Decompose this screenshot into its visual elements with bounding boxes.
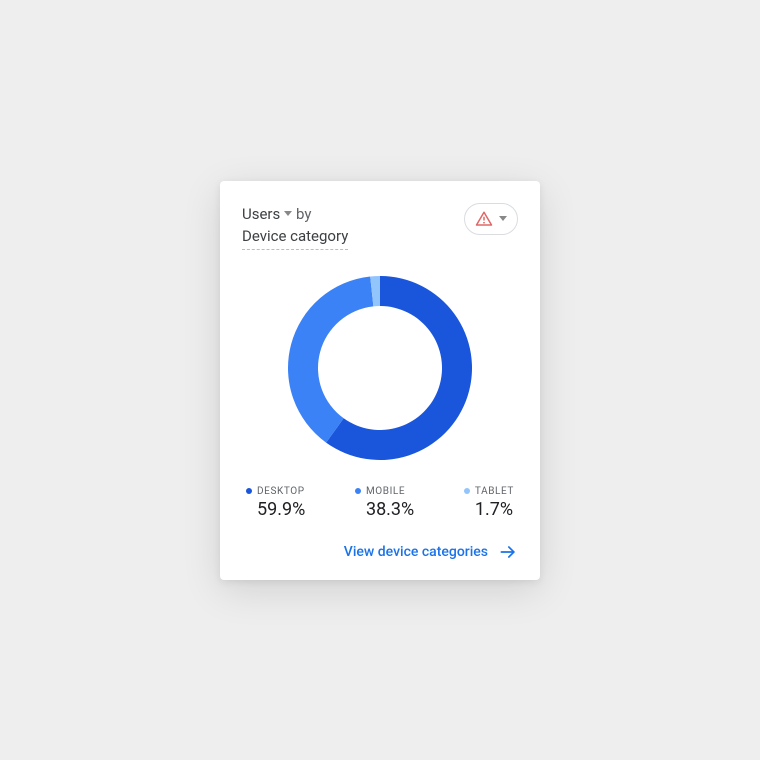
legend-item-tablet: TABLET 1.7% — [464, 486, 514, 520]
legend-label-text: TABLET — [475, 486, 514, 497]
card-title-block: Users by Device category — [242, 203, 348, 250]
device-category-card: Users by Device category DESKTOP 59.9% — [220, 181, 540, 580]
legend-value: 59.9% — [257, 499, 305, 520]
caret-down-icon — [284, 211, 292, 216]
legend-label: TABLET — [464, 486, 514, 497]
legend: DESKTOP 59.9% MOBILE 38.3% TABLET 1.7% — [242, 486, 518, 520]
legend-dot — [246, 488, 252, 494]
view-device-categories-link[interactable]: View device categories — [242, 542, 518, 562]
card-header: Users by Device category — [242, 203, 518, 250]
legend-dot — [464, 488, 470, 494]
caret-down-icon — [499, 216, 507, 221]
legend-item-mobile: MOBILE 38.3% — [355, 486, 414, 520]
metric-label: Users — [242, 203, 280, 226]
metric-dropdown[interactable]: Users — [242, 203, 292, 226]
insights-alert-button[interactable] — [464, 203, 518, 235]
footer-link-label: View device categories — [344, 544, 488, 560]
legend-label-text: DESKTOP — [257, 486, 305, 497]
warning-icon — [475, 210, 493, 228]
legend-value: 38.3% — [366, 499, 414, 520]
donut-slice-mobile[interactable] — [288, 276, 373, 442]
title-separator: by — [296, 205, 311, 223]
arrow-right-icon — [498, 542, 518, 562]
donut-chart — [242, 268, 518, 468]
legend-label-text: MOBILE — [366, 486, 405, 497]
legend-item-desktop: DESKTOP 59.9% — [246, 486, 305, 520]
donut-svg — [280, 268, 480, 468]
legend-label: MOBILE — [355, 486, 414, 497]
legend-value: 1.7% — [475, 499, 514, 520]
legend-dot — [355, 488, 361, 494]
legend-label: DESKTOP — [246, 486, 305, 497]
dimension-dropdown[interactable]: Device category — [242, 225, 348, 250]
